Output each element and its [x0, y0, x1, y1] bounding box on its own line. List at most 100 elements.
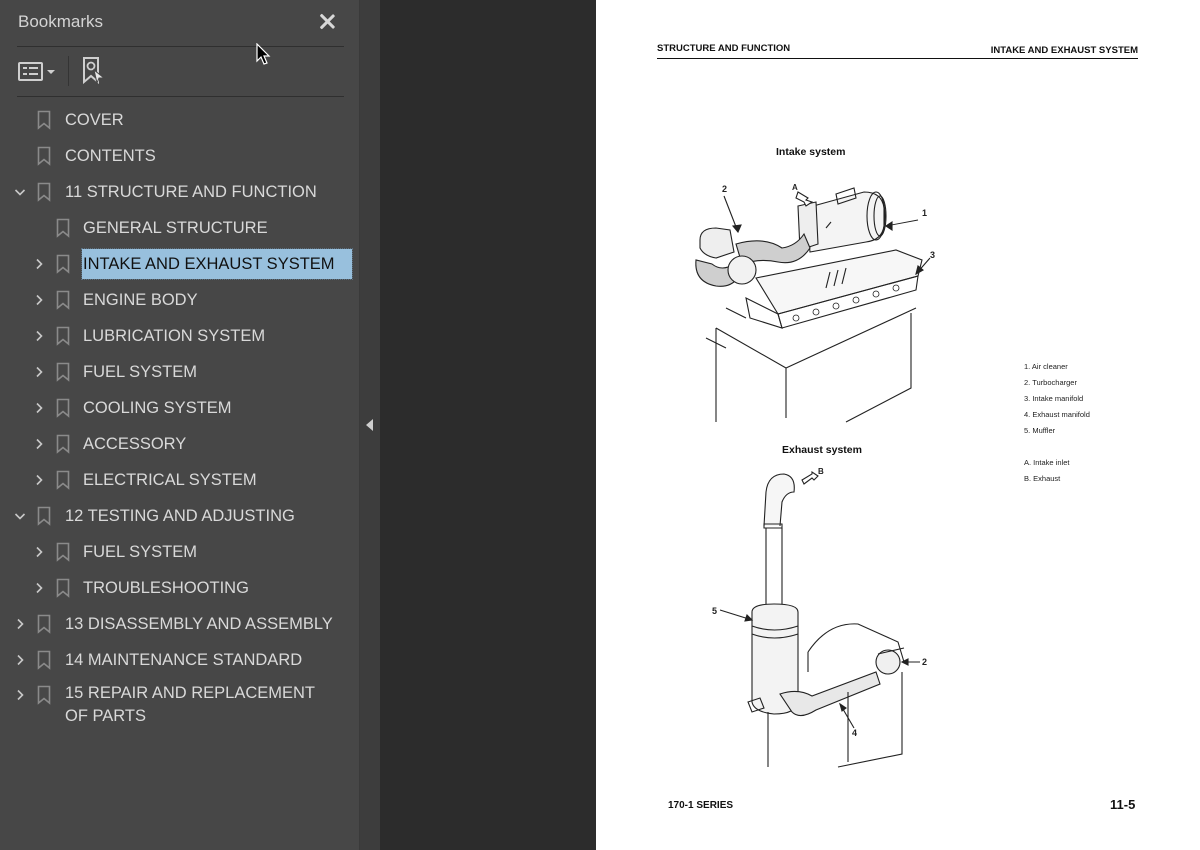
callout-5: 5	[712, 606, 717, 616]
bookmark-item[interactable]: 15 REPAIR AND REPLACEMENT OF PARTS	[0, 678, 359, 728]
bookmark-label[interactable]: CONTENTS	[65, 145, 156, 167]
list-options-icon	[18, 61, 43, 81]
bookmark-icon	[37, 685, 51, 705]
bookmark-item[interactable]: ENGINE BODY	[0, 282, 359, 318]
chevron-right-icon[interactable]	[32, 473, 46, 487]
parts-legend: 1. Air cleaner 2. Turbocharger 3. Intake…	[1024, 362, 1090, 490]
bookmark-label[interactable]: 12 TESTING AND ADJUSTING	[65, 505, 295, 527]
bookmark-icon	[56, 578, 70, 598]
callout-A: A	[792, 183, 798, 192]
bookmarks-panel: Bookmarks COVER CONTENTS 11 STRUCTURE AND …	[0, 0, 359, 850]
bookmark-item[interactable]: ELECTRICAL SYSTEM	[0, 462, 359, 498]
bookmark-item[interactable]: 11 STRUCTURE AND FUNCTION	[0, 174, 359, 210]
bookmark-label[interactable]: COOLING SYSTEM	[83, 397, 232, 419]
pdf-page: STRUCTURE AND FUNCTION INTAKE AND EXHAUS…	[596, 0, 1200, 850]
bookmark-label[interactable]: INTAKE AND EXHAUST SYSTEM	[81, 248, 353, 280]
chevron-down-icon[interactable]	[13, 185, 27, 199]
bookmark-label[interactable]: ELECTRICAL SYSTEM	[83, 469, 257, 491]
bookmark-label[interactable]: TROUBLESHOOTING	[83, 577, 249, 599]
exhaust-figure-title: Exhaust system	[782, 444, 862, 456]
options-menu-button[interactable]	[18, 57, 55, 85]
header-section: STRUCTURE AND FUNCTION	[657, 43, 791, 54]
bookmark-icon	[56, 290, 70, 310]
bookmark-icon	[56, 362, 70, 382]
close-panel-button[interactable]	[314, 8, 340, 34]
bookmark-label[interactable]: 15 REPAIR AND REPLACEMENT OF PARTS	[65, 682, 335, 728]
legend-item: B. Exhaust	[1024, 474, 1061, 483]
chevron-right-icon[interactable]	[32, 257, 46, 271]
chevron-right-icon[interactable]	[32, 401, 46, 415]
caret-down-icon	[47, 70, 55, 74]
bookmark-item[interactable]: INTAKE AND EXHAUST SYSTEM	[0, 246, 359, 282]
bookmark-item[interactable]: 12 TESTING AND ADJUSTING	[0, 498, 359, 534]
toolbar-separator	[68, 56, 69, 86]
chevron-right-icon[interactable]	[32, 581, 46, 595]
page-number: 11-5	[1110, 797, 1136, 812]
bookmark-label[interactable]: 13 DISASSEMBLY AND ASSEMBLY	[65, 613, 333, 635]
bookmark-item[interactable]: CONTENTS	[0, 138, 359, 174]
bookmark-icon	[56, 218, 70, 238]
bookmark-item[interactable]: FUEL SYSTEM	[0, 354, 359, 390]
chevron-right-icon[interactable]	[32, 293, 46, 307]
bookmark-item[interactable]: LUBRICATION SYSTEM	[0, 318, 359, 354]
bookmark-label[interactable]: COVER	[65, 109, 124, 131]
chevron-right-icon[interactable]	[32, 437, 46, 451]
callout-B: B	[818, 467, 824, 476]
bookmark-icon	[37, 110, 51, 130]
collapse-panel-button[interactable]	[359, 410, 380, 440]
chevron-right-icon[interactable]	[32, 545, 46, 559]
chevron-right-icon[interactable]	[13, 653, 27, 667]
legend-item: 3. Intake manifold	[1024, 394, 1084, 403]
intake-system-illustration: 2 A 1 3	[695, 183, 935, 423]
bookmark-label[interactable]: 11 STRUCTURE AND FUNCTION	[65, 181, 317, 203]
bookmark-item[interactable]: FUEL SYSTEM	[0, 534, 359, 570]
exhaust-system-illustration: 5 B 2 4	[712, 467, 927, 768]
bookmark-item[interactable]: TROUBLESHOOTING	[0, 570, 359, 606]
intake-figure-title: Intake system	[776, 146, 846, 158]
chevron-right-icon[interactable]	[32, 329, 46, 343]
bookmark-search-icon	[83, 57, 106, 85]
chevron-down-icon[interactable]	[13, 509, 27, 523]
bookmark-label[interactable]: FUEL SYSTEM	[83, 541, 197, 563]
bookmark-icon	[56, 398, 70, 418]
bookmark-item[interactable]: ACCESSORY	[0, 426, 359, 462]
callout-2: 2	[922, 657, 927, 667]
bookmark-icon	[56, 326, 70, 346]
page-footer-series: 170-1 SERIES	[668, 800, 734, 811]
panel-title: Bookmarks	[18, 12, 104, 31]
legend-item: 2. Turbocharger	[1024, 378, 1077, 387]
bookmark-label[interactable]: ACCESSORY	[83, 433, 186, 455]
bookmark-icon	[37, 506, 51, 526]
legend-item: 5. Muffler	[1024, 426, 1056, 435]
bookmark-icon	[37, 650, 51, 670]
bookmark-item[interactable]: COVER	[0, 102, 359, 138]
triangle-left-icon	[366, 419, 373, 431]
bookmark-icon	[56, 542, 70, 562]
bookmark-item[interactable]: 14 MAINTENANCE STANDARD	[0, 642, 359, 678]
bookmark-item[interactable]: COOLING SYSTEM	[0, 390, 359, 426]
chevron-right-icon[interactable]	[13, 688, 27, 702]
legend-item: A. Intake inlet	[1024, 458, 1070, 467]
bookmark-icon	[37, 146, 51, 166]
find-current-bookmark-button[interactable]	[81, 56, 107, 86]
callout-1: 1	[922, 208, 927, 218]
legend-item: 4. Exhaust manifold	[1024, 410, 1090, 419]
bookmark-label[interactable]: 14 MAINTENANCE STANDARD	[65, 649, 302, 671]
bookmark-icon	[37, 182, 51, 202]
bookmark-label[interactable]: LUBRICATION SYSTEM	[83, 325, 265, 347]
bookmark-tree: COVER CONTENTS 11 STRUCTURE AND FUNCTION GE…	[0, 102, 359, 728]
chevron-right-icon[interactable]	[32, 365, 46, 379]
bookmark-item[interactable]: GENERAL STRUCTURE	[0, 210, 359, 246]
bookmark-icon	[56, 470, 70, 490]
callout-3: 3	[930, 250, 935, 260]
callout-2: 2	[722, 184, 727, 194]
bookmark-label[interactable]: ENGINE BODY	[83, 289, 198, 311]
document-background	[380, 0, 596, 850]
bookmark-item[interactable]: 13 DISASSEMBLY AND ASSEMBLY	[0, 606, 359, 642]
header-topic: INTAKE AND EXHAUST SYSTEM	[990, 45, 1138, 56]
chevron-right-icon[interactable]	[13, 617, 27, 631]
page-header: STRUCTURE AND FUNCTION INTAKE AND EXHAUS…	[657, 43, 1138, 59]
bookmark-icon	[37, 614, 51, 634]
bookmark-label[interactable]: FUEL SYSTEM	[83, 361, 197, 383]
bookmark-label[interactable]: GENERAL STRUCTURE	[83, 217, 268, 239]
